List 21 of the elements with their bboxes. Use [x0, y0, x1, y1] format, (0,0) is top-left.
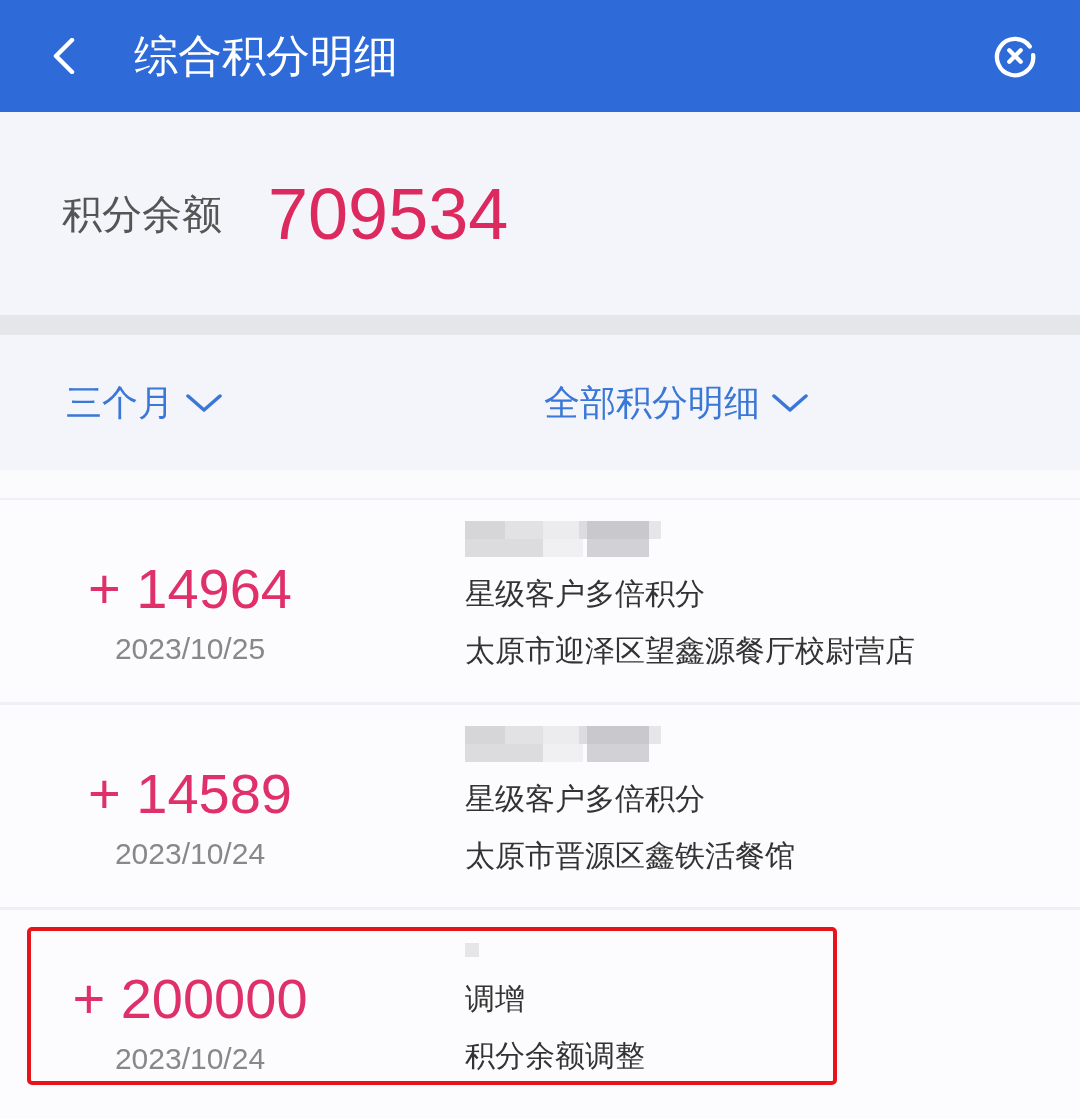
points-amount: + 14589 [88, 764, 292, 824]
record-date: 2023/10/25 [114, 631, 266, 667]
record-merchant: 积分余额调整 [465, 1037, 645, 1075]
filter-dropdown[interactable]: 三个月 [66, 375, 222, 430]
record-date: 2023/10/24 [114, 836, 266, 872]
page-title: 综合积分明细 [134, 29, 398, 83]
filter-dropdown[interactable]: 全部积分明细 [544, 375, 808, 430]
caret-icon [772, 393, 808, 412]
points-amount: + 200000 [72, 969, 308, 1029]
caret-icon [186, 393, 222, 412]
chevron-left-icon [52, 38, 76, 74]
balance-value: 709534 [268, 177, 509, 250]
balance-label: 积分余额 [62, 189, 222, 239]
record-type: 星级客户多倍积分 [465, 575, 706, 613]
record-type: 星级客户多倍积分 [465, 780, 706, 818]
close-icon [994, 34, 1036, 78]
record-type: 调增 [465, 980, 526, 1018]
record-date: 2023/10/24 [114, 1041, 266, 1077]
record-merchant: 太原市迎泽区望鑫源餐厅校尉营店 [465, 632, 915, 670]
points-amount: + 14964 [88, 559, 292, 619]
record-merchant: 太原市晋源区鑫铁活餐馆 [465, 837, 795, 875]
